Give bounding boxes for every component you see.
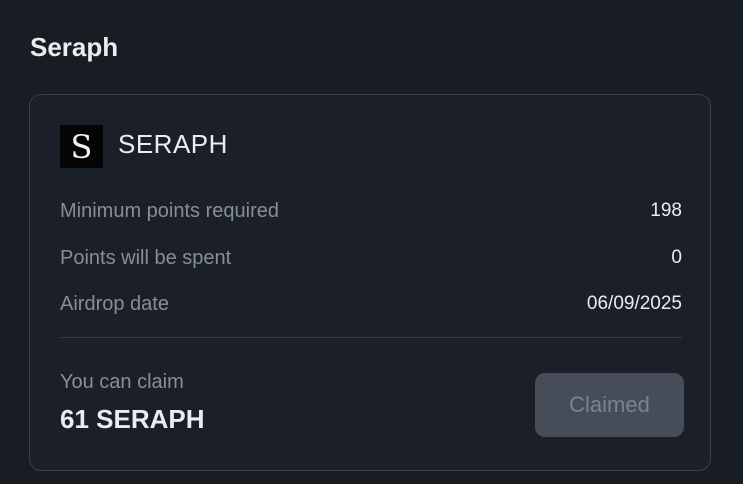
detail-value: 198 xyxy=(650,200,682,221)
detail-row-min-points: Minimum points required 198 xyxy=(60,197,682,225)
detail-row-points-spent: Points will be spent 0 xyxy=(60,244,682,272)
detail-label: Airdrop date xyxy=(60,292,169,315)
divider xyxy=(60,337,682,338)
detail-value: 0 xyxy=(671,247,682,268)
detail-value: 06/09/2025 xyxy=(586,293,682,314)
detail-row-airdrop-date: Airdrop date 06/09/2025 xyxy=(60,290,682,318)
claim-label: You can claim xyxy=(60,371,184,393)
token-name: SERAPH xyxy=(118,129,228,159)
claimed-button[interactable]: Claimed xyxy=(535,373,684,437)
section-title: Seraph xyxy=(30,32,119,62)
airdrop-card: S SERAPH Minimum points required 198 Poi… xyxy=(29,94,711,471)
svg-text:S: S xyxy=(71,128,93,166)
detail-label: Minimum points required xyxy=(60,199,279,222)
seraph-logo-glyph: S xyxy=(71,128,93,166)
claim-amount: 61 SERAPH xyxy=(60,404,205,434)
seraph-airdrop-page: Seraph S SERAPH Minimum points required … xyxy=(0,0,743,484)
detail-label: Points will be spent xyxy=(60,246,232,269)
seraph-logo-icon: S xyxy=(60,125,103,168)
